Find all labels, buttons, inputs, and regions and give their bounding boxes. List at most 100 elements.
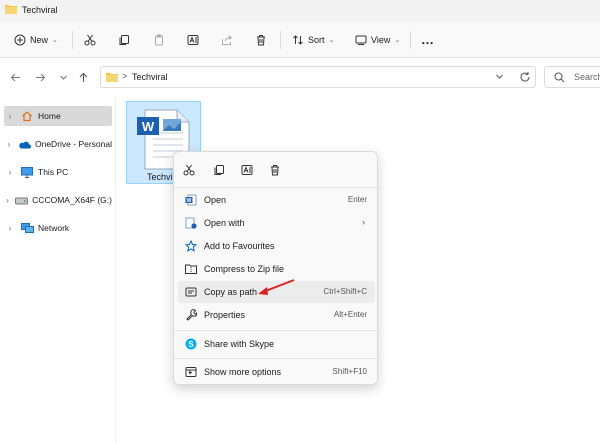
cut-button[interactable] — [84, 31, 96, 49]
breadcrumb-techviral[interactable]: Techviral — [132, 72, 168, 82]
sidebar-item-onedrive[interactable]: › OneDrive - Personal — [4, 134, 112, 154]
menu-item-open-with[interactable]: Open with › — [178, 212, 375, 234]
pc-icon — [20, 166, 34, 178]
menu-item-shortcut: Alt+Enter — [333, 310, 367, 319]
chevron-right-icon[interactable]: › — [4, 224, 16, 233]
menu-item-shortcut: Ctrl+Shift+C — [323, 287, 367, 296]
up-button[interactable] — [76, 70, 90, 84]
arrow-up-icon — [79, 72, 87, 82]
more-options-icon — [184, 365, 198, 379]
paste-button[interactable] — [153, 31, 165, 49]
menu-item-label: Add to Favourites — [204, 241, 275, 251]
toolbar-divider — [72, 31, 73, 49]
view-icon — [355, 35, 367, 45]
sidebar-item-this-pc[interactable]: › This PC — [4, 162, 112, 182]
copy-path-icon — [184, 285, 198, 299]
menu-divider — [174, 187, 379, 188]
menu-divider — [174, 330, 379, 331]
rename-icon — [187, 35, 199, 45]
folder-icon — [5, 5, 17, 14]
chevron-right-icon: › — [362, 217, 365, 227]
copy-icon — [119, 35, 129, 45]
chevron-right-icon[interactable]: › — [4, 140, 14, 149]
menu-item-add-to-favourites[interactable]: Add to Favourites — [178, 235, 375, 257]
svg-text:S: S — [188, 340, 194, 349]
trash-icon — [257, 35, 265, 46]
sidebar-item-label: CCCOMA_X64F (G:) — [32, 195, 112, 205]
svg-text:W: W — [142, 119, 155, 134]
title-bar: Techviral — [0, 0, 600, 22]
sidebar-item-home[interactable]: › Home — [4, 106, 112, 126]
context-rename-button[interactable] — [238, 161, 256, 179]
sidebar-item-label: This PC — [38, 167, 69, 177]
menu-item-label: Open with — [204, 218, 245, 228]
sort-button[interactable]: Sort ⌄ — [292, 31, 334, 49]
scissors-icon — [84, 34, 96, 46]
chevron-right-icon[interactable]: › — [4, 168, 16, 177]
sidebar-item-network[interactable]: › Network — [4, 218, 112, 238]
chevron-down-icon: ⌄ — [328, 37, 335, 44]
search-placeholder: Search — [574, 72, 600, 82]
rename-button[interactable] — [187, 31, 199, 49]
navigation-pane: › Home › OneDrive - Personal › This PC ›… — [0, 96, 116, 443]
chevron-down-icon — [496, 74, 503, 79]
folder-icon — [106, 73, 118, 82]
context-menu: W Open Enter Open with › Add to Favourit… — [173, 151, 379, 385]
address-bar[interactable]: > Techviral — [100, 66, 536, 88]
sidebar-item-drive-g[interactable]: › CCCOMA_X64F (G:) — [4, 190, 112, 210]
view-button[interactable]: View ⌄ — [355, 31, 400, 49]
menu-item-open[interactable]: W Open Enter — [178, 189, 375, 211]
menu-item-properties[interactable]: Properties Alt+Enter — [178, 304, 375, 326]
see-more-button[interactable]: … — [421, 31, 434, 49]
share-button[interactable] — [221, 31, 233, 49]
menu-item-label: Compress to Zip file — [204, 264, 285, 274]
chevron-down-icon: ⌄ — [52, 37, 58, 44]
chevron-right-icon[interactable]: › — [4, 112, 16, 121]
breadcrumb-separator: > — [122, 71, 128, 81]
new-button[interactable]: New ⌄ — [14, 31, 58, 49]
clipboard-icon — [155, 34, 163, 46]
new-label: New — [30, 35, 49, 45]
menu-item-label: Open — [204, 195, 227, 205]
sidebar-item-label: Home — [38, 111, 61, 121]
menu-item-compress-zip[interactable]: Compress to Zip file — [178, 258, 375, 280]
context-delete-button[interactable] — [266, 161, 284, 179]
toolbar: New ⌄ Sort ⌄ View ⌄ … — [0, 22, 600, 58]
skype-icon: S — [184, 337, 198, 351]
copy-button[interactable] — [118, 31, 130, 49]
sidebar-item-label: Network — [38, 223, 70, 233]
menu-divider — [174, 358, 379, 359]
chevron-right-icon[interactable]: › — [4, 196, 11, 205]
delete-button[interactable] — [255, 31, 267, 49]
view-label: View — [371, 35, 391, 45]
recent-locations-button[interactable] — [56, 70, 70, 84]
trash-icon — [271, 165, 279, 176]
menu-item-shortcut: Enter — [347, 195, 367, 204]
chevron-down-icon — [59, 75, 67, 80]
scissors-icon — [183, 164, 195, 176]
search-box[interactable]: Search — [544, 66, 600, 88]
window-title: Techviral — [22, 5, 58, 15]
menu-item-show-more-options[interactable]: Show more options Shift+F10 — [178, 361, 375, 383]
menu-item-share-skype[interactable]: S Share with Skype — [178, 333, 375, 355]
word-doc-icon: W — [184, 193, 198, 207]
onedrive-icon — [18, 138, 31, 150]
address-history-button[interactable] — [495, 72, 504, 83]
svg-text:W: W — [187, 198, 192, 204]
refresh-icon[interactable] — [519, 71, 531, 83]
forward-button[interactable] — [33, 70, 47, 84]
address-row: > Techviral Search — [0, 58, 600, 96]
context-cut-button[interactable] — [180, 161, 198, 179]
share-icon — [222, 35, 232, 45]
menu-item-shortcut: Shift+F10 — [332, 367, 367, 376]
back-button[interactable] — [8, 70, 22, 84]
chevron-down-icon: ⌄ — [394, 37, 401, 44]
context-copy-button[interactable] — [210, 161, 228, 179]
toolbar-divider — [280, 31, 281, 49]
open-with-icon — [184, 216, 198, 230]
sort-icon — [293, 35, 303, 45]
network-icon — [20, 222, 34, 234]
menu-item-label: Share with Skype — [204, 339, 275, 349]
search-icon — [554, 72, 565, 83]
sidebar-item-label: OneDrive - Personal — [34, 139, 112, 149]
